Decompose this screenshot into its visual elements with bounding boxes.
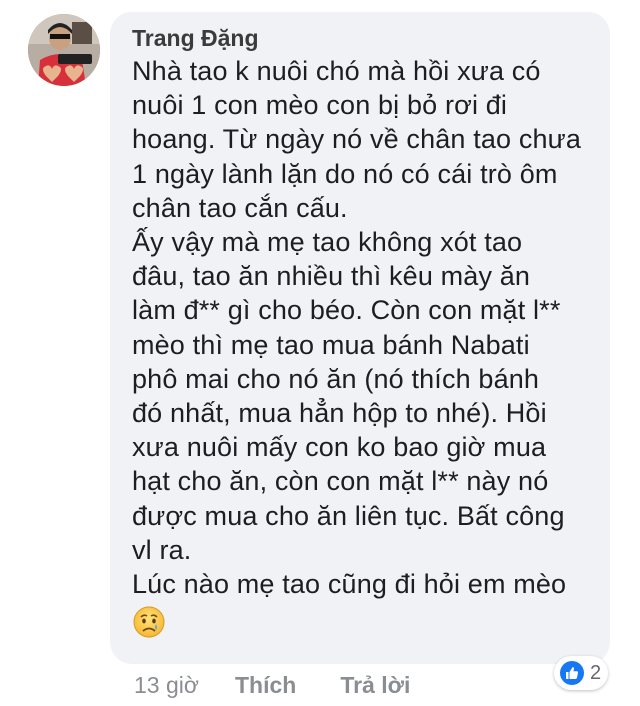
comment-line: Ấy vậy mà mẹ tao không xót tao	[132, 227, 523, 258]
avatar-photo	[28, 14, 100, 86]
timestamp[interactable]: 13 giờ	[134, 672, 199, 699]
comment-line: vl ra.	[132, 534, 192, 565]
comment-line: hạt cho ăn, còn con mặt l** này nó	[132, 466, 549, 497]
author-name[interactable]: Trang Đặng	[132, 24, 596, 52]
comment-actions: 13 giờ Thích Trả lời	[134, 668, 454, 702]
sad-tear-face-icon	[132, 605, 166, 639]
comment-line: được mua cho ăn liên tục. Bất công	[132, 500, 565, 531]
comment-line: phô mai cho nó ăn (nó thích bánh	[132, 363, 540, 394]
reactions-badge[interactable]: 2	[554, 656, 608, 690]
comment-line: làm đ** gì cho béo. Còn con mặt l**	[132, 295, 561, 326]
comment-line: chân tao cắn cấu.	[132, 192, 348, 223]
comment-line: đâu, tao ăn nhiều thì kêu mày ăn	[132, 261, 531, 292]
like-button[interactable]: Thích	[235, 672, 296, 699]
reply-button[interactable]: Trả lời	[340, 672, 410, 699]
comment-line: xưa nuôi mấy con ko bao giờ mua	[132, 432, 547, 463]
comment-bubble: Trang Đặng Nhà tao k nuôi chó mà hồi xưa…	[110, 12, 610, 664]
comment-line: mèo thì mẹ tao mua bánh Nabati	[132, 329, 530, 360]
comment-line: 1 ngày lành lặn do nó có cái trò ôm	[132, 158, 558, 189]
avatar[interactable]	[28, 14, 100, 86]
comment-line: hoang. Từ ngày nó về chân tao chưa	[132, 124, 582, 155]
comment-line: Lúc nào mẹ tao cũng đi hỏi em mèo	[132, 569, 567, 600]
like-icon	[560, 661, 584, 685]
comment-line: đó nhất, mua hẳn hộp to nhé). Hồi	[132, 398, 547, 429]
reaction-count: 2	[590, 661, 602, 684]
comment-text: Nhà tao k nuôi chó mà hồi xưa có nuôi 1 …	[132, 54, 596, 644]
comment-line: nuôi 1 con mèo con bị bỏ rơi đi	[132, 90, 508, 121]
comment-line: Nhà tao k nuôi chó mà hồi xưa có	[132, 56, 541, 86]
